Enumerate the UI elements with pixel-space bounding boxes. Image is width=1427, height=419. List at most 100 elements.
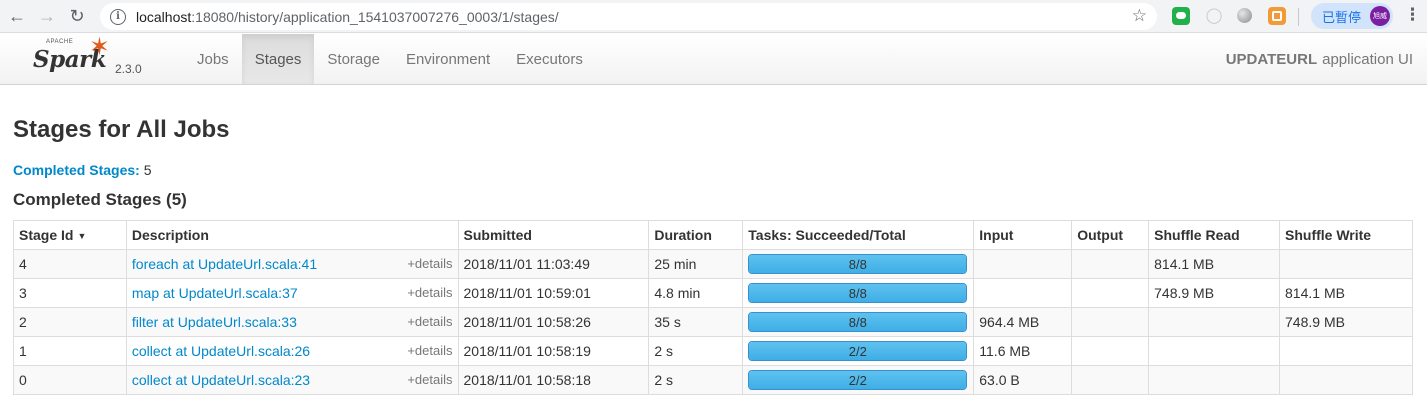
completed-stages-count: 5 <box>143 162 152 178</box>
line-extension-icon[interactable] <box>1172 7 1190 25</box>
output-cell <box>1071 249 1150 279</box>
details-toggle[interactable]: +details <box>407 256 452 271</box>
shuffle-write-cell: 748.9 MB <box>1279 307 1413 337</box>
tab-executors[interactable]: Executors <box>503 34 596 84</box>
stage-id-cell: 3 <box>13 278 127 308</box>
col-duration[interactable]: Duration <box>648 220 744 250</box>
back-icon[interactable]: ← <box>2 1 32 31</box>
tasks-cell: 8/8 <box>742 249 975 279</box>
table-header-row: Stage Id ▼ Description Submitted Duration… <box>13 220 1413 250</box>
spark-navbar: APACHE Spark ✶ 2.3.0 Jobs Stages Storage… <box>0 34 1427 85</box>
bookmark-star-icon[interactable]: ☆ <box>1132 6 1147 26</box>
col-shuffle-read[interactable]: Shuffle Read <box>1148 220 1281 250</box>
circle-extension-icon[interactable] <box>1237 8 1252 23</box>
output-cell <box>1071 278 1150 308</box>
tasks-cell: 2/2 <box>742 365 975 395</box>
col-stage-id[interactable]: Stage Id ▼ <box>13 220 127 250</box>
submitted-cell: 2018/11/01 11:03:49 <box>457 249 650 279</box>
brand-apache: APACHE <box>46 39 74 45</box>
tasks-label: 8/8 <box>848 285 867 301</box>
tasks-label: 8/8 <box>848 256 867 272</box>
address-bar[interactable]: i localhost:18080/history/application_15… <box>100 3 1157 30</box>
orange-extension-icon[interactable] <box>1268 7 1286 25</box>
stage-id-cell: 0 <box>13 365 127 395</box>
input-cell <box>973 249 1073 279</box>
stage-id-cell: 2 <box>13 307 127 337</box>
shuffle-write-cell <box>1279 336 1413 366</box>
duration-cell: 35 s <box>648 307 744 337</box>
duration-cell: 25 min <box>648 249 744 279</box>
tasks-cell: 8/8 <box>742 307 975 337</box>
input-cell <box>973 278 1073 308</box>
site-info-icon[interactable]: i <box>110 8 126 25</box>
tasks-progress-bar: 2/2 <box>748 341 968 361</box>
description-cell: foreach at UpdateUrl.scala:41 +details <box>125 249 459 279</box>
shuffle-read-cell: 814.1 MB <box>1148 249 1281 279</box>
col-input[interactable]: Input <box>973 220 1073 250</box>
output-cell <box>1071 336 1150 366</box>
tab-jobs[interactable]: Jobs <box>184 34 242 84</box>
shuffle-write-cell <box>1279 249 1413 279</box>
submitted-cell: 2018/11/01 10:59:01 <box>457 278 650 308</box>
table-row: 4 foreach at UpdateUrl.scala:41 +details 20… <box>13 249 1413 279</box>
input-cell: 63.0 B <box>973 365 1073 395</box>
url-path: :18080/history/application_1541037007276… <box>191 8 559 25</box>
app-title: UPDATEURL application UI <box>1226 34 1413 84</box>
input-cell: 11.6 MB <box>973 336 1073 366</box>
input-cell: 964.4 MB <box>973 307 1073 337</box>
stage-description-link[interactable]: collect at UpdateUrl.scala:23 <box>132 372 310 388</box>
table-row: 2 filter at UpdateUrl.scala:33 +details 201… <box>13 307 1413 337</box>
details-toggle[interactable]: +details <box>407 285 452 300</box>
tasks-label: 2/2 <box>848 372 867 388</box>
stage-description-link[interactable]: filter at UpdateUrl.scala:33 <box>132 314 297 330</box>
shield-extension-icon[interactable]: ◯ <box>1205 7 1223 25</box>
nav-tabs: Jobs Stages Storage Environment Executor… <box>184 34 596 84</box>
completed-stages-link[interactable]: Completed Stages: <box>13 162 140 178</box>
stage-description-link[interactable]: foreach at UpdateUrl.scala:41 <box>132 256 317 272</box>
col-output[interactable]: Output <box>1071 220 1150 250</box>
submitted-cell: 2018/11/01 10:58:18 <box>457 365 650 395</box>
browser-toolbar: ← → ↻ i localhost:18080/history/applicat… <box>0 0 1427 33</box>
tab-stages[interactable]: Stages <box>241 34 315 84</box>
shuffle-write-cell: 814.1 MB <box>1279 278 1413 308</box>
paused-label: 已暫停 <box>1322 9 1362 25</box>
col-submitted[interactable]: Submitted <box>457 220 650 250</box>
sort-desc-icon: ▼ <box>77 231 87 241</box>
browser-menu-icon[interactable]: ⋮ <box>1404 5 1421 25</box>
details-toggle[interactable]: +details <box>407 314 452 329</box>
spark-logo[interactable]: APACHE Spark ✶ 2.3.0 <box>32 33 147 82</box>
col-shuffle-write[interactable]: Shuffle Write <box>1279 220 1413 250</box>
submitted-cell: 2018/11/01 10:58:26 <box>457 307 650 337</box>
reload-icon[interactable]: ↻ <box>62 1 92 31</box>
table-row: 3 map at UpdateUrl.scala:37 +details 2018/1… <box>13 278 1413 308</box>
details-toggle[interactable]: +details <box>407 343 452 358</box>
tasks-progress-bar: 8/8 <box>748 312 968 332</box>
table-row: 0 collect at UpdateUrl.scala:23 +details 20… <box>13 365 1413 395</box>
stage-id-cell: 4 <box>13 249 127 279</box>
forward-icon[interactable]: → <box>32 1 62 31</box>
app-suffix: application UI <box>1322 50 1413 68</box>
stages-table: Stage Id ▼ Description Submitted Duration… <box>13 220 1413 395</box>
stage-description-link[interactable]: map at UpdateUrl.scala:37 <box>132 285 298 301</box>
url-host: localhost <box>136 8 192 25</box>
tasks-label: 8/8 <box>848 314 867 330</box>
tasks-cell: 8/8 <box>742 278 975 308</box>
table-row: 1 collect at UpdateUrl.scala:26 +details 20… <box>13 336 1413 366</box>
shuffle-write-cell <box>1279 365 1413 395</box>
output-cell <box>1071 307 1150 337</box>
duration-cell: 2 s <box>648 365 744 395</box>
tab-storage[interactable]: Storage <box>314 34 393 84</box>
section-title[interactable]: Completed Stages (5) <box>13 190 187 210</box>
details-toggle[interactable]: +details <box>407 372 452 387</box>
submitted-cell: 2018/11/01 10:58:19 <box>457 336 650 366</box>
shuffle-read-cell <box>1148 336 1281 366</box>
col-tasks[interactable]: Tasks: Succeeded/Total <box>742 220 975 250</box>
stage-description-link[interactable]: collect at UpdateUrl.scala:26 <box>132 343 310 359</box>
col-description[interactable]: Description <box>125 220 459 250</box>
description-cell: map at UpdateUrl.scala:37 +details <box>125 278 459 308</box>
spark-star-icon: ✶ <box>89 33 110 61</box>
profile-paused-button[interactable]: 已暫停 旭威 <box>1311 3 1393 29</box>
stage-id-cell: 1 <box>13 336 127 366</box>
tab-environment[interactable]: Environment <box>393 34 503 84</box>
app-name: UPDATEURL <box>1225 50 1318 68</box>
